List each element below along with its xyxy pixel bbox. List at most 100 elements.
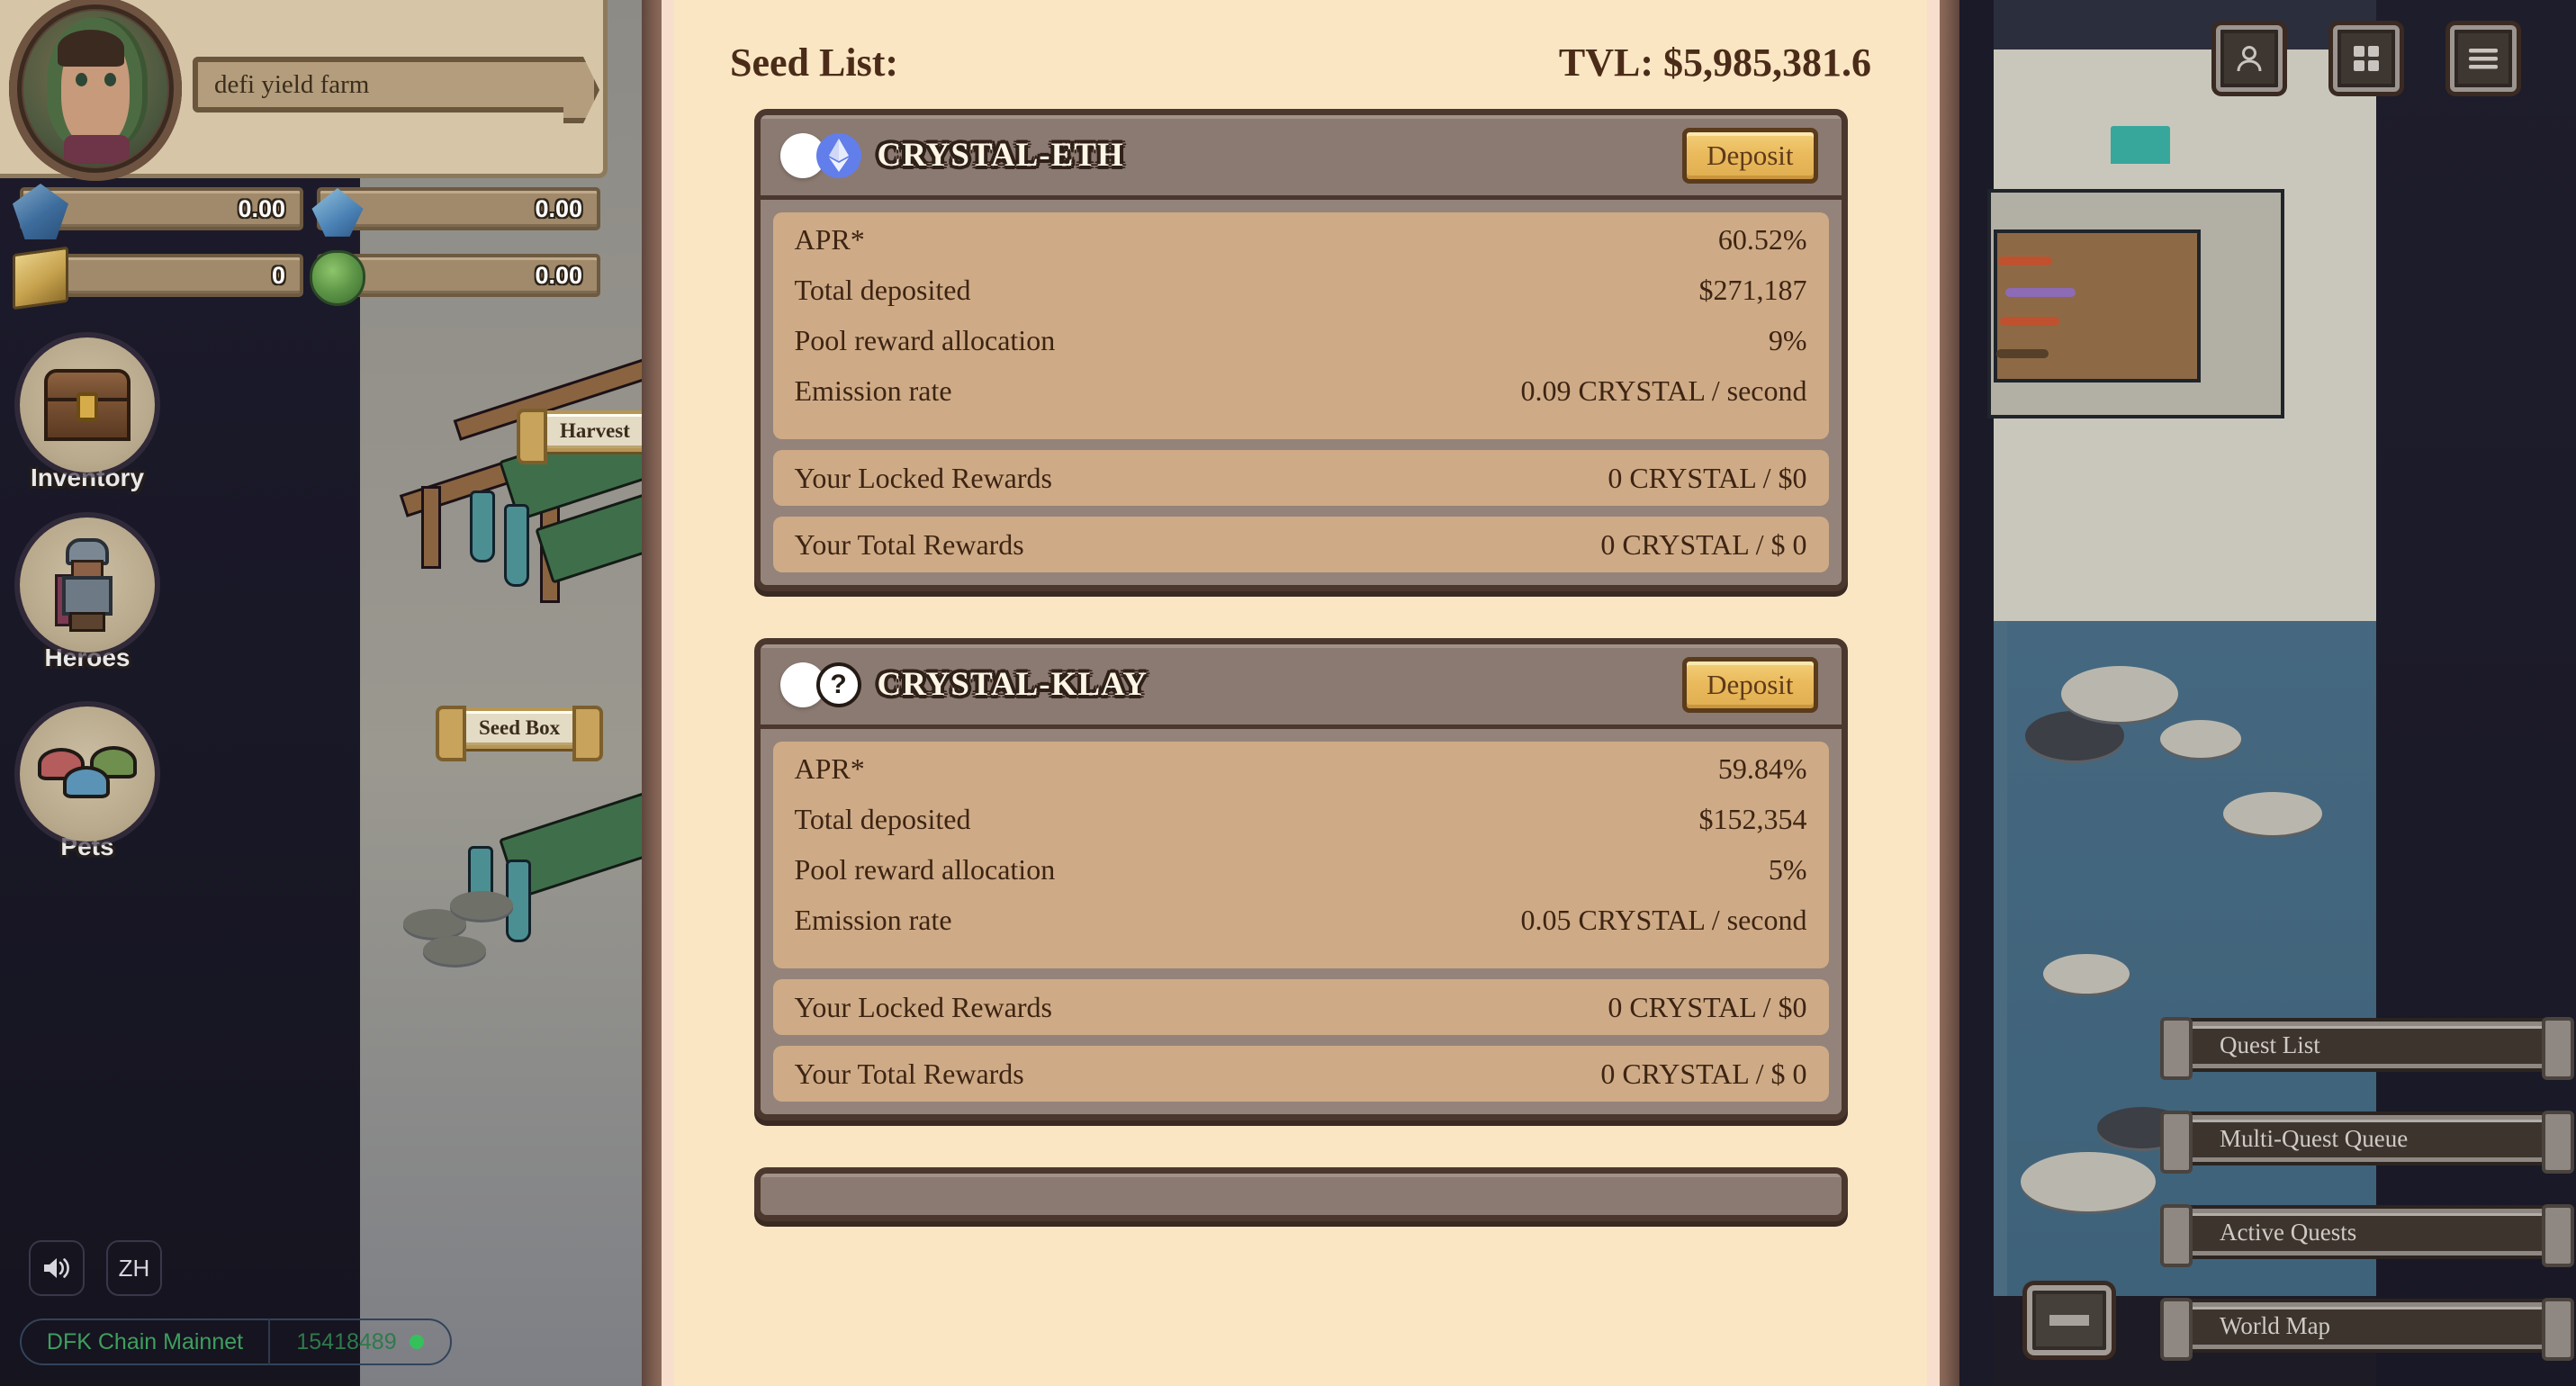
fish-icon [2005,288,2076,297]
fish-icon [1998,256,2052,266]
stat-row-apr: APR* 60.52% [795,223,1807,274]
harvest-banner[interactable]: Harvest [540,410,650,452]
deposit-button[interactable]: Deposit [1682,128,1817,184]
seed-stats-block: APR* 59.84% Total deposited $152,354 Poo… [773,742,1829,968]
pair-name: CRYSTAL-ETH [878,136,1124,175]
seed-card-body: APR* 59.84% Total deposited $152,354 Poo… [761,729,1842,1114]
language-toggle-button[interactable]: ZH [106,1240,162,1296]
person-icon [2234,43,2265,74]
sidebar-item-pets[interactable]: Pets [20,706,155,861]
active-quests-button[interactable]: Active Quests [2183,1209,2552,1256]
tvl-label: TVL: $5,985,381.6 [1559,40,1871,86]
eth-diamond-glyph [827,138,851,174]
harvest-banner-label: Harvest [560,419,630,443]
multi-quest-queue-button[interactable]: Multi-Quest Queue [2183,1115,2552,1162]
avatar-portrait [23,11,167,166]
stat-row-total-deposited: Total deposited $152,354 [795,803,1807,853]
sidebar-item-inventory[interactable]: Inventory [20,338,155,492]
hamburger-menu-icon [2467,47,2499,70]
stat-value: 60.52% [1718,223,1807,256]
avatar[interactable] [9,0,182,181]
ethereum-token-icon [816,133,861,178]
profile-button[interactable] [2216,25,2283,92]
seed-box-banner[interactable]: Seed Box [459,707,580,749]
stat-label: Pool reward allocation [795,324,1056,357]
seed-card-header: CRYSTAL-ETH Deposit [761,115,1842,200]
rock [2061,666,2178,722]
world-map-button[interactable]: World Map [2183,1302,2552,1349]
seed-card-partial [754,1167,1848,1221]
player-name-field[interactable]: defi yield farm [193,57,581,112]
sound-toggle-button[interactable] [29,1240,85,1296]
inventory-button[interactable] [20,338,155,472]
language-label: ZH [119,1255,150,1282]
cave-shelf [1994,230,2201,382]
token-pair: CRYSTAL-ETH [780,133,1124,178]
eye-left [76,73,87,86]
minimize-button[interactable] [2027,1285,2112,1355]
rock [2043,954,2130,994]
reward-value: 0 CRYSTAL / $0 [1608,991,1806,1024]
seed-card-body: APR* 60.52% Total deposited $271,187 Poo… [761,200,1842,585]
rock [2160,720,2241,758]
locked-rewards-row: Your Locked Rewards 0 CRYSTAL / $0 [773,979,1829,1035]
chest-lock [77,392,98,421]
slimes-icon [38,742,137,806]
quest-button-label: World Map [2220,1312,2330,1340]
rock [450,891,513,920]
currency-pill-crystal[interactable]: 0.00 [20,187,303,230]
quest-button-label: Quest List [2220,1031,2320,1059]
stat-label: Total deposited [795,803,971,836]
pets-button[interactable] [20,706,155,842]
pair-name: CRYSTAL-KLAY [878,665,1148,704]
deposit-button-label: Deposit [1707,669,1793,701]
world-right-region [2376,0,2576,1386]
currency-pill-gem[interactable]: 0.00 [317,187,600,230]
currency-pill-gold[interactable]: 0 [20,254,303,297]
seed-card: ? CRYSTAL-KLAY Deposit APR* 59.84% Total… [754,638,1848,1120]
panel-header: Seed List: TVL: $5,985,381.6 [721,0,1880,109]
hero-body [62,576,113,616]
quest-list-button[interactable]: Quest List [2183,1022,2552,1068]
total-rewards-row: Your Total Rewards 0 CRYSTAL / $ 0 [773,517,1829,572]
gold-bar-icon [13,247,68,310]
seed-card-header-partial [761,1174,1842,1221]
locked-rewards-row: Your Locked Rewards 0 CRYSTAL / $0 [773,450,1829,506]
reward-label: Your Total Rewards [795,528,1024,562]
deposit-button[interactable]: Deposit [1682,657,1817,713]
hair-shape [58,30,124,68]
block-number-group: 15418489 [270,1329,450,1355]
stat-value: 0.09 CRYSTAL / second [1520,374,1806,408]
minimize-icon [2049,1315,2089,1326]
currency-pill-plant[interactable]: 0.00 [317,254,600,297]
stat-value: 0.05 CRYSTAL / second [1520,904,1806,937]
slime-blue [63,766,110,798]
heroes-button[interactable] [20,518,155,652]
seed-card: CRYSTAL-ETH Deposit APR* 60.52% Total de… [754,109,1848,591]
currency-value-gem: 0.00 [535,195,582,223]
stat-row-apr: APR* 59.84% [795,752,1807,803]
knight-icon [55,538,120,632]
menu-grid-button[interactable] [2333,25,2400,92]
player-name-value: defi yield farm [214,70,369,100]
grid-icon [2351,43,2382,74]
unknown-token-icon: ? [816,662,861,707]
chain-status-bar[interactable]: DFK Chain Mainnet 15418489 [20,1318,452,1365]
stat-label: Emission rate [795,904,952,937]
hamburger-menu-button[interactable] [2450,25,2517,92]
stat-label: Pool reward allocation [795,853,1056,886]
stat-label: APR* [795,223,865,256]
chain-name-label: DFK Chain Mainnet [22,1329,268,1355]
stat-label: Emission rate [795,374,952,408]
seed-card-header: ? CRYSTAL-KLAY Deposit [761,644,1842,729]
stat-value: $271,187 [1699,274,1807,307]
stat-label: Total deposited [795,274,971,307]
sidebar-item-heroes[interactable]: Heroes [20,518,155,672]
currency-value-plant: 0.00 [535,262,582,290]
eye-right [104,73,116,86]
stat-value: $152,354 [1699,803,1807,836]
stat-label: APR* [795,752,865,786]
seed-stats-block: APR* 60.52% Total deposited $271,187 Poo… [773,212,1829,439]
seed-list-panel: Seed List: TVL: $5,985,381.6 CRYSTAL-ETH [662,0,1940,1386]
duck [2223,792,2322,835]
